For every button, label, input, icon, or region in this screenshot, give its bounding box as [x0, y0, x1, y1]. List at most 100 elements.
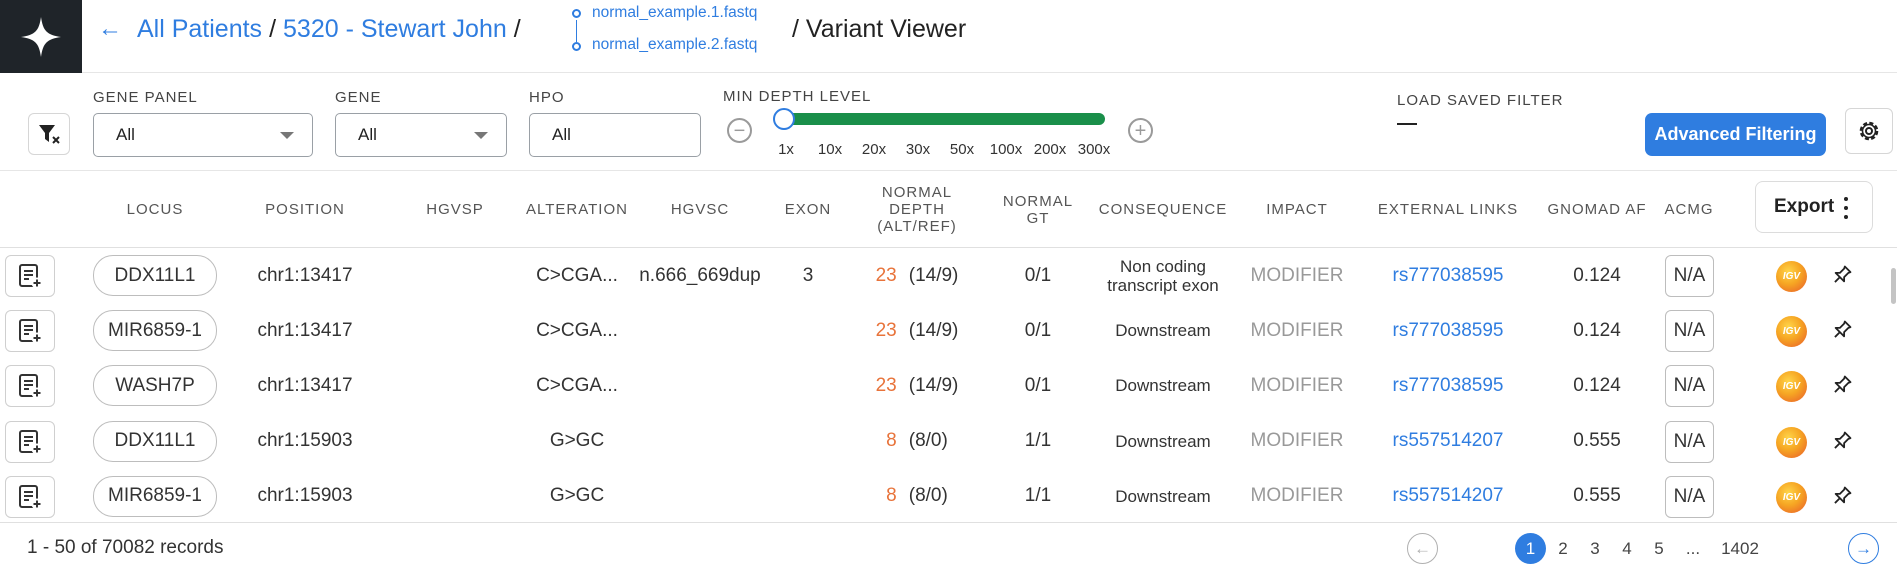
plus-circle-icon[interactable]: +: [1128, 118, 1153, 143]
acmg-select[interactable]: N/A: [1665, 310, 1714, 353]
gene-value: All: [358, 125, 377, 144]
column-header-consequence[interactable]: CONSEQUENCE: [1093, 171, 1233, 248]
settings-button[interactable]: [1845, 108, 1893, 154]
column-header-external-links[interactable]: EXTERNAL LINKS: [1370, 171, 1526, 248]
add-note-button[interactable]: [5, 420, 55, 463]
page-2[interactable]: 2: [1558, 533, 1567, 564]
hgvsp-cell: [400, 358, 510, 413]
acmg-select[interactable]: N/A: [1665, 255, 1714, 297]
pin-icon[interactable]: [1829, 483, 1855, 509]
page-last[interactable]: 1402: [1721, 533, 1759, 564]
prev-page-button[interactable]: ←: [1407, 533, 1438, 564]
gene-panel-label: GENE PANEL: [93, 89, 198, 106]
external-link[interactable]: rs777038595: [1370, 358, 1526, 413]
locus-pill[interactable]: MIR6859-1: [93, 475, 217, 517]
pin-icon[interactable]: [1829, 428, 1855, 454]
add-note-button[interactable]: [5, 475, 55, 518]
locus-pill[interactable]: DDX11L1: [93, 420, 217, 462]
gene-select[interactable]: All: [335, 113, 507, 157]
breadcrumb-patient[interactable]: 5320 - Stewart John: [283, 15, 507, 43]
impact-cell: MODIFIER: [1250, 430, 1344, 452]
export-button[interactable]: Export: [1755, 181, 1873, 233]
scrollbar-thumb[interactable]: [1891, 268, 1896, 304]
acmg-select[interactable]: N/A: [1665, 365, 1714, 408]
pagination-footer: 1 - 50 of 70082 records ← 1 2 3 4 5 ... …: [0, 522, 1897, 572]
locus-pill[interactable]: MIR6859-1: [93, 310, 217, 352]
igv-icon[interactable]: IGV: [1776, 481, 1807, 513]
breadcrumb: All Patients/5320 - Stewart John /: [137, 12, 528, 46]
external-link[interactable]: rs557514207: [1370, 469, 1526, 524]
igv-icon[interactable]: IGV: [1776, 426, 1807, 458]
external-link[interactable]: rs777038595: [1370, 303, 1526, 358]
table-row[interactable]: WASH7P chr1:13417 C>CGA... 23 (14/9) 0/1 …: [0, 358, 1897, 413]
depth-tick: 20x: [861, 141, 887, 158]
column-header-impact[interactable]: IMPACT: [1246, 171, 1348, 248]
add-note-button[interactable]: [5, 365, 55, 408]
minus-circle-icon[interactable]: −: [727, 118, 752, 143]
column-header-hgvsp[interactable]: HGVSP: [400, 171, 510, 248]
column-header-normal-gt[interactable]: NORMAL GT: [990, 171, 1086, 248]
page-5[interactable]: 5: [1654, 533, 1663, 564]
locus-pill[interactable]: DDX11L1: [93, 255, 217, 296]
consequence-cell: Non coding transcript exon: [1107, 256, 1219, 295]
column-header-position[interactable]: POSITION: [240, 171, 370, 248]
add-note-button[interactable]: [5, 310, 55, 353]
add-note-button[interactable]: [5, 255, 55, 297]
external-link[interactable]: rs557514207: [1370, 414, 1526, 469]
position-cell: chr1:15903: [257, 430, 353, 452]
breadcrumb-all-patients[interactable]: All Patients: [137, 15, 262, 43]
column-header-locus[interactable]: LOCUS: [92, 171, 218, 248]
page-4[interactable]: 4: [1622, 533, 1631, 564]
depth-tick: 1x: [778, 141, 794, 158]
column-header-gnomad-af[interactable]: GNOMAD AF: [1540, 171, 1654, 248]
fastq-file-2[interactable]: normal_example.2.fastq: [592, 36, 757, 54]
app-logo[interactable]: [0, 0, 82, 73]
table-row[interactable]: MIR6859-1 chr1:15903 G>GC 8 (8/0) 1/1 Dow…: [0, 469, 1897, 524]
gnomad-af-cell: 0.124: [1573, 264, 1621, 286]
column-header-normal-depth[interactable]: NORMAL DEPTH (ALT/REF): [872, 171, 962, 248]
column-header-alteration[interactable]: ALTERATION: [518, 171, 636, 248]
add-note-icon: [19, 429, 43, 455]
locus-pill[interactable]: WASH7P: [93, 365, 217, 407]
column-header-acmg[interactable]: ACMG: [1660, 171, 1718, 248]
igv-icon[interactable]: IGV: [1776, 371, 1807, 403]
table-row[interactable]: DDX11L1 chr1:13417 C>CGA... n.666_669dup…: [0, 248, 1897, 303]
pin-icon[interactable]: [1829, 372, 1855, 398]
table-row[interactable]: DDX11L1 chr1:15903 G>GC 8 (8/0) 1/1 Downs…: [0, 414, 1897, 469]
fastq-file-1[interactable]: normal_example.1.fastq: [592, 4, 757, 22]
column-header-exon[interactable]: EXON: [770, 171, 846, 248]
gnomad-af-cell: 0.555: [1573, 430, 1621, 452]
saved-filter-value[interactable]: [1397, 123, 1417, 125]
pin-icon[interactable]: [1829, 262, 1855, 288]
back-arrow-icon[interactable]: ←: [98, 14, 122, 44]
column-header-hgvsc[interactable]: HGVSC: [645, 171, 755, 248]
gnomad-af-cell: 0.124: [1573, 374, 1621, 396]
consequence-cell: Downstream: [1115, 431, 1211, 451]
igv-icon[interactable]: IGV: [1776, 261, 1807, 292]
hpo-input[interactable]: All: [529, 113, 701, 157]
igv-icon[interactable]: IGV: [1776, 316, 1807, 348]
min-depth-label: MIN DEPTH LEVEL: [723, 88, 872, 105]
min-depth-slider-track[interactable]: [784, 113, 1105, 125]
acmg-select[interactable]: N/A: [1665, 420, 1714, 463]
depth-value: 23: [875, 374, 897, 396]
depth-tick: 100x: [989, 141, 1023, 158]
min-depth-slider-thumb[interactable]: [773, 108, 795, 130]
exon-cell: [770, 414, 846, 469]
external-link[interactable]: rs777038595: [1370, 248, 1526, 303]
pin-icon[interactable]: [1829, 317, 1855, 343]
table-header: LOCUS POSITION HGVSP ALTERATION HGVSC EX…: [0, 171, 1897, 248]
add-note-icon: [19, 319, 43, 344]
depth-cell: 8 (8/0): [857, 469, 977, 524]
table-row[interactable]: MIR6859-1 chr1:13417 C>CGA... 23 (14/9) 0…: [0, 303, 1897, 358]
gene-panel-select[interactable]: All: [93, 113, 313, 157]
acmg-select[interactable]: N/A: [1665, 475, 1714, 518]
position-cell: chr1:15903: [257, 485, 353, 507]
exon-cell: [770, 469, 846, 524]
next-page-button[interactable]: →: [1848, 533, 1879, 564]
hgvsc-cell: [630, 358, 770, 413]
advanced-filtering-button[interactable]: Advanced Filtering: [1645, 113, 1826, 156]
page-1[interactable]: 1: [1515, 533, 1546, 564]
page-3[interactable]: 3: [1590, 533, 1599, 564]
clear-filters-button[interactable]: [28, 113, 70, 155]
